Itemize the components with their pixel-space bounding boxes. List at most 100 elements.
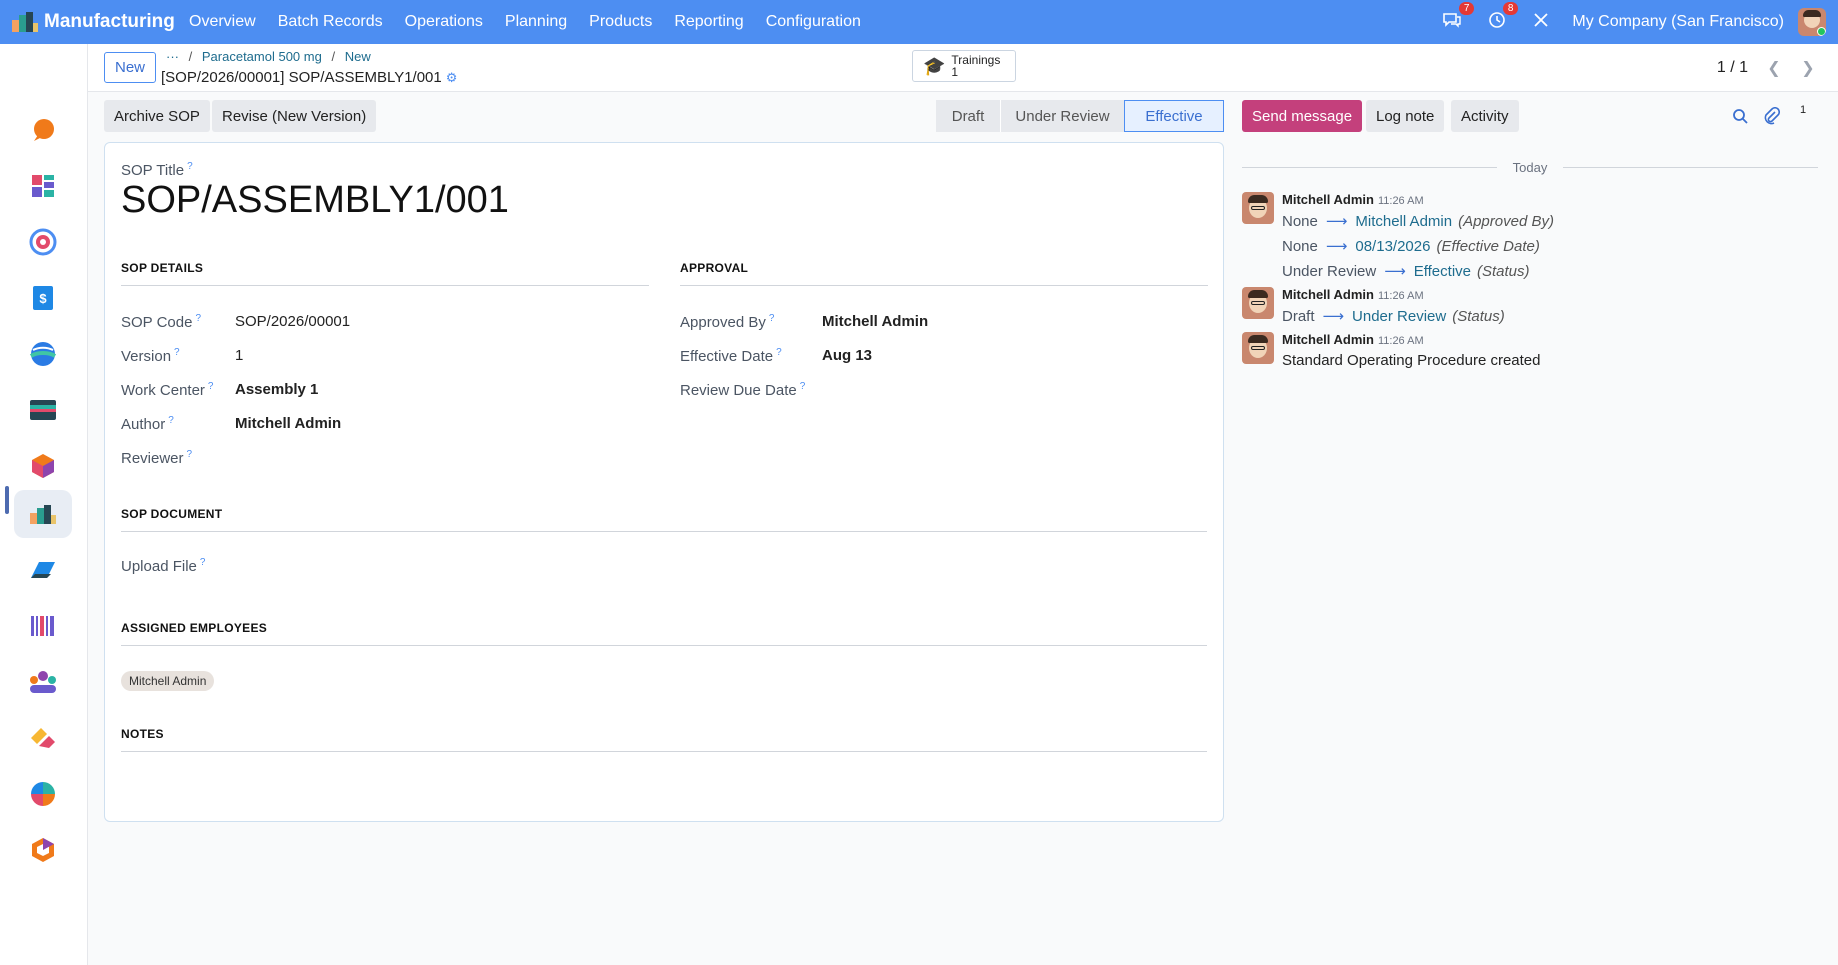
search-messages-button[interactable] bbox=[1732, 108, 1748, 128]
menu-planning[interactable]: Planning bbox=[494, 13, 578, 31]
author-avatar[interactable] bbox=[1242, 192, 1274, 224]
rail-app-invoicing[interactable]: $ bbox=[14, 274, 72, 322]
menu-operations[interactable]: Operations bbox=[394, 13, 494, 31]
form-action-bar: Archive SOP Revise (New Version) Draft U… bbox=[104, 100, 1224, 134]
pager-next-button[interactable]: ❯ bbox=[1794, 54, 1822, 82]
send-message-button[interactable]: Send message bbox=[1242, 100, 1363, 132]
discuss-app-icon bbox=[34, 119, 54, 141]
user-avatar[interactable] bbox=[1798, 8, 1826, 36]
author-avatar[interactable] bbox=[1242, 287, 1274, 319]
record-title-text: [SOP/2026/00001] SOP/ASSEMBLY1/001 bbox=[161, 69, 442, 86]
reviewer-field[interactable] bbox=[235, 449, 435, 467]
svg-text:$: $ bbox=[39, 291, 47, 306]
breadcrumb-item-new[interactable]: New bbox=[345, 49, 371, 64]
sop-title-field[interactable]: SOP/ASSEMBLY1/001 bbox=[121, 179, 509, 222]
breadcrumb-item-product[interactable]: Paracetamol 500 mg bbox=[202, 49, 322, 64]
rail-app-quality[interactable] bbox=[14, 218, 72, 266]
gear-icon[interactable]: ⚙ bbox=[446, 70, 458, 85]
rail-app-inventory[interactable] bbox=[14, 442, 72, 490]
approved-by-field[interactable]: Mitchell Admin bbox=[822, 313, 928, 330]
chat-count-badge: 7 bbox=[1458, 1, 1475, 15]
sop-code-label-text: SOP Code bbox=[121, 314, 193, 331]
rail-app-barcode[interactable] bbox=[14, 602, 72, 650]
changed-field: (Status) bbox=[1452, 308, 1505, 325]
app-brand[interactable]: Manufacturing bbox=[0, 11, 178, 33]
old-value: Under Review bbox=[1282, 263, 1377, 280]
rail-app-spreadsheet[interactable] bbox=[14, 770, 72, 818]
message-author-name[interactable]: Mitchell Admin bbox=[1282, 192, 1374, 207]
menu-batch-records[interactable]: Batch Records bbox=[267, 13, 394, 31]
status-draft[interactable]: Draft bbox=[936, 100, 1000, 132]
rail-app-sign[interactable] bbox=[14, 714, 72, 762]
rail-app-employees[interactable] bbox=[14, 658, 72, 706]
version-field[interactable]: 1 bbox=[235, 347, 243, 364]
menu-overview[interactable]: Overview bbox=[178, 13, 267, 31]
activity-button[interactable]: Activity bbox=[1451, 100, 1519, 132]
rail-app-website[interactable] bbox=[14, 330, 72, 378]
debug-tools-button[interactable] bbox=[1532, 11, 1550, 34]
archive-sop-button[interactable]: Archive SOP bbox=[104, 100, 210, 132]
upload-file-field[interactable] bbox=[235, 553, 535, 577]
new-record-button[interactable]: New bbox=[104, 52, 157, 83]
manufacturing-app-icon bbox=[12, 12, 38, 32]
help-icon[interactable]: ? bbox=[200, 557, 206, 568]
trainings-count: 1 bbox=[951, 65, 959, 79]
message-author-name[interactable]: Mitchell Admin bbox=[1282, 287, 1374, 302]
search-icon bbox=[1733, 109, 1748, 124]
employee-tag[interactable]: Mitchell Admin bbox=[121, 671, 215, 691]
rail-app-settings[interactable] bbox=[14, 826, 72, 874]
rail-app-plm[interactable] bbox=[14, 546, 72, 594]
effective-date-label-text: Effective Date bbox=[680, 348, 774, 365]
section-divider bbox=[121, 285, 649, 286]
menu-reporting[interactable]: Reporting bbox=[663, 13, 754, 31]
revise-sop-button[interactable]: Revise (New Version) bbox=[212, 100, 377, 132]
paperclip-icon bbox=[1764, 106, 1781, 125]
help-icon[interactable]: ? bbox=[208, 381, 214, 392]
section-divider bbox=[121, 531, 1207, 532]
help-icon[interactable]: ? bbox=[187, 449, 193, 460]
notes-editor[interactable] bbox=[121, 757, 1207, 807]
menu-configuration[interactable]: Configuration bbox=[755, 13, 872, 31]
work-center-field[interactable]: Assembly 1 bbox=[235, 381, 318, 398]
message-author-name[interactable]: Mitchell Admin bbox=[1282, 332, 1374, 347]
message-time: 11:26 AM bbox=[1377, 335, 1424, 347]
followers-button[interactable]: 1 bbox=[1792, 104, 1806, 116]
rail-app-payroll[interactable] bbox=[14, 386, 72, 434]
sop-code-field[interactable]: SOP/2026/00001 bbox=[235, 313, 350, 330]
activity-button[interactable]: 8 bbox=[1488, 1, 1519, 34]
assigned-employees-field[interactable]: Mitchell Admin bbox=[121, 671, 215, 691]
breadcrumb-more-button[interactable]: ··· bbox=[166, 49, 179, 64]
help-icon[interactable]: ? bbox=[174, 347, 180, 358]
version-label-text: Version bbox=[121, 348, 172, 365]
breadcrumb-separator: / bbox=[331, 49, 336, 64]
pager-previous-button[interactable]: ❮ bbox=[1760, 54, 1788, 82]
section-divider bbox=[680, 285, 1208, 286]
author-avatar[interactable] bbox=[1242, 332, 1274, 364]
author-field[interactable]: Mitchell Admin bbox=[235, 415, 341, 432]
tools-icon bbox=[1534, 12, 1549, 27]
help-icon[interactable]: ? bbox=[187, 161, 193, 172]
status-effective[interactable]: Effective bbox=[1124, 100, 1224, 132]
help-icon[interactable]: ? bbox=[769, 313, 775, 324]
help-icon[interactable]: ? bbox=[776, 347, 782, 358]
company-switcher[interactable]: My Company (San Francisco) bbox=[1572, 13, 1784, 31]
log-note-button[interactable]: Log note bbox=[1366, 100, 1445, 132]
payroll-app-icon bbox=[30, 400, 56, 420]
rail-app-dashboards[interactable] bbox=[14, 162, 72, 210]
status-under-review[interactable]: Under Review bbox=[1000, 100, 1124, 132]
sop-document-heading: SOP DOCUMENT bbox=[121, 507, 223, 521]
chat-button[interactable]: 7 bbox=[1442, 1, 1475, 34]
rail-app-discuss[interactable] bbox=[14, 106, 72, 154]
attachments-button[interactable] bbox=[1764, 106, 1781, 129]
effective-date-field[interactable]: Aug 13 bbox=[822, 347, 872, 364]
clock-icon bbox=[1489, 11, 1506, 28]
rail-app-manufacturing[interactable] bbox=[14, 490, 72, 538]
top-menu: Overview Batch Records Operations Planni… bbox=[178, 13, 872, 31]
menu-products[interactable]: Products bbox=[578, 13, 663, 31]
trainings-smart-button[interactable]: 🎓 Trainings 1 bbox=[912, 50, 1016, 82]
pager-value[interactable]: 1 / 1 bbox=[1717, 59, 1748, 77]
help-icon[interactable]: ? bbox=[800, 381, 806, 392]
review-due-date-field[interactable] bbox=[822, 381, 1022, 399]
help-icon[interactable]: ? bbox=[195, 313, 201, 324]
help-icon[interactable]: ? bbox=[168, 415, 174, 426]
